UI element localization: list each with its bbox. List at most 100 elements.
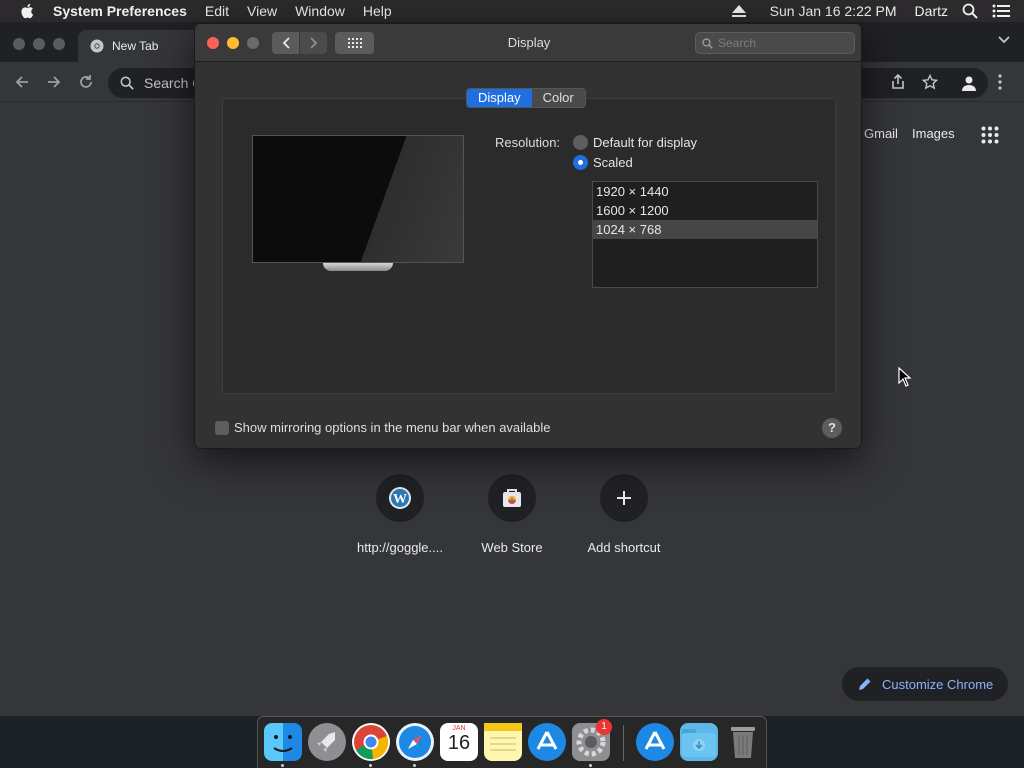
- calendar-month: JAN: [452, 725, 466, 732]
- mirroring-option[interactable]: Show mirroring options in the menu bar w…: [215, 420, 551, 435]
- dock-running-indicator: [413, 764, 416, 767]
- radio-button-selected[interactable]: [573, 155, 588, 170]
- shortcut-goggle[interactable]: W http://goggle....: [344, 474, 456, 555]
- dock-downloads-folder[interactable]: [680, 723, 718, 761]
- dock-app-store-download[interactable]: [636, 723, 674, 761]
- menu-edit[interactable]: Edit: [205, 3, 229, 19]
- web-store-icon: [503, 489, 521, 507]
- app-store-icon: [536, 731, 558, 750]
- user-menu[interactable]: Dartz: [915, 3, 948, 19]
- compass-icon: [399, 726, 431, 758]
- back-button[interactable]: [272, 32, 299, 54]
- chrome-zoom-button[interactable]: [53, 38, 65, 50]
- menu-help[interactable]: Help: [363, 3, 392, 19]
- images-link[interactable]: Images: [912, 126, 955, 141]
- shortcut-web-store[interactable]: Web Store: [456, 474, 568, 555]
- apple-icon[interactable]: [19, 2, 37, 20]
- resolution-option[interactable]: 1920 × 1440: [593, 182, 817, 201]
- notification-badge: 1: [596, 719, 612, 735]
- shortcut-label: Web Store: [481, 540, 543, 555]
- shortcut-tile: [488, 474, 536, 522]
- menu-clock[interactable]: Sun Jan 16 2:22 PM: [770, 3, 897, 19]
- resolution-option[interactable]: 1600 × 1200: [593, 201, 817, 220]
- dock-notes[interactable]: [484, 723, 522, 761]
- display-preferences-window: Display Resolution: Default f: [194, 23, 862, 449]
- shortcut-tile: W: [376, 474, 424, 522]
- spotlight-search-icon[interactable]: [962, 3, 978, 19]
- shortcut-tile: [600, 474, 648, 522]
- chrome-app-icon: [354, 725, 389, 760]
- add-shortcut-button[interactable]: Add shortcut: [568, 474, 680, 555]
- chevron-right-icon: [309, 37, 317, 49]
- prefs-title-bar: Display: [195, 24, 861, 62]
- dock-launchpad[interactable]: [308, 723, 346, 761]
- bookmark-star-icon[interactable]: [922, 74, 938, 90]
- customize-chrome-label: Customize Chrome: [882, 676, 994, 692]
- dock-finder[interactable]: [264, 723, 302, 761]
- chrome-logo-icon: [90, 39, 104, 53]
- control-center-icon[interactable]: [992, 4, 1010, 18]
- dock-running-indicator: [589, 764, 592, 767]
- plus-icon: [617, 491, 631, 505]
- tab-title: New Tab: [112, 39, 159, 53]
- omnibox-search-icon: [120, 76, 134, 90]
- app-store-icon: [644, 731, 666, 750]
- tab-search-chevron-icon[interactable]: [998, 36, 1010, 44]
- display-stand: [323, 263, 393, 271]
- folder-download-icon: [682, 729, 716, 757]
- radio-label: Default for display: [593, 135, 698, 150]
- forward-arrow-icon[interactable]: [46, 74, 62, 90]
- app-name-menu[interactable]: System Preferences: [53, 3, 187, 19]
- pencil-icon: [859, 678, 871, 690]
- search-icon: [702, 37, 713, 49]
- tab-display[interactable]: Display: [467, 89, 532, 107]
- display-color-tabs: Display Color: [466, 88, 586, 108]
- dock-chrome[interactable]: [352, 723, 390, 761]
- dock-calendar[interactable]: JAN 16: [440, 723, 478, 761]
- dock-separator: [623, 725, 624, 761]
- show-all-button[interactable]: [335, 32, 374, 54]
- dock-running-indicator: [281, 764, 284, 767]
- google-apps-grid-icon[interactable]: [981, 126, 999, 144]
- resolution-option-selected[interactable]: 1024 × 768: [593, 220, 817, 239]
- help-button[interactable]: ?: [822, 418, 842, 438]
- chrome-menu-kebab-icon[interactable]: [998, 74, 1002, 90]
- radio-scaled[interactable]: Scaled: [573, 155, 633, 170]
- radio-default-for-display[interactable]: Default for display: [573, 135, 697, 150]
- display-settings-panel: Resolution: Default for display Scaled 1…: [222, 98, 836, 394]
- rocket-icon: [317, 732, 335, 752]
- shortcut-label: Add shortcut: [587, 540, 661, 555]
- gmail-link[interactable]: Gmail: [864, 126, 898, 141]
- share-icon[interactable]: [890, 74, 906, 90]
- dock-trash[interactable]: [724, 723, 762, 761]
- svg-text:W: W: [393, 492, 407, 507]
- mouse-cursor-icon: [898, 367, 912, 387]
- calendar-day: 16: [447, 732, 471, 754]
- menu-window[interactable]: Window: [295, 3, 345, 19]
- chrome-close-button[interactable]: [13, 38, 25, 50]
- profile-avatar-icon[interactable]: [960, 74, 978, 92]
- reload-icon[interactable]: [78, 74, 94, 90]
- customize-chrome-button[interactable]: Customize Chrome: [842, 667, 1008, 701]
- finder-icon: [273, 735, 293, 752]
- dock-safari[interactable]: [396, 723, 434, 761]
- tab-color[interactable]: Color: [531, 89, 585, 107]
- mirroring-label: Show mirroring options in the menu bar w…: [234, 420, 551, 435]
- dock-app-store[interactable]: [528, 723, 566, 761]
- dock: JAN 16 1: [257, 716, 767, 768]
- mirroring-checkbox[interactable]: [215, 420, 229, 435]
- menu-view[interactable]: View: [247, 3, 277, 19]
- prefs-search-input[interactable]: [718, 36, 848, 50]
- forward-button[interactable]: [300, 32, 327, 54]
- chevron-left-icon: [282, 37, 290, 49]
- radio-label: Scaled: [593, 155, 633, 170]
- prefs-search-field[interactable]: [695, 32, 855, 54]
- display-preview-image: [252, 135, 464, 263]
- wordpress-icon: W: [389, 487, 411, 509]
- eject-icon[interactable]: [731, 5, 746, 17]
- resolution-label: Resolution:: [495, 135, 561, 150]
- chrome-minimize-button[interactable]: [33, 38, 45, 50]
- back-arrow-icon[interactable]: [14, 74, 30, 90]
- trash-icon: [731, 727, 755, 758]
- radio-button[interactable]: [573, 135, 588, 150]
